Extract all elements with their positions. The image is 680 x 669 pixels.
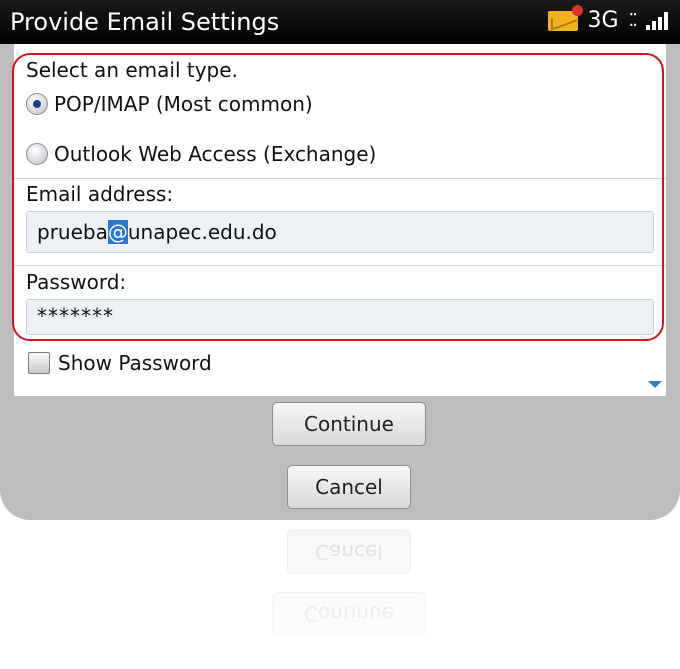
radio-outlook-label: Outlook Web Access (Exchange)	[54, 142, 377, 166]
divider	[14, 178, 666, 179]
radio-outlook-web-access[interactable]: Outlook Web Access (Exchange)	[26, 142, 376, 166]
password-value: *******	[37, 304, 114, 328]
password-label: Password:	[26, 270, 127, 294]
text-cursor: @	[107, 220, 128, 244]
network-type: 3G	[587, 8, 619, 33]
email-address-field[interactable]: prueba@unapec.edu.do	[26, 211, 654, 253]
radio-pop-imap[interactable]: POP/IMAP (Most common)	[26, 92, 313, 116]
email-type-label: Select an email type.	[26, 58, 238, 82]
email-value-suffix: unapec.edu.do	[127, 220, 277, 244]
title-bar: Provide Email Settings 3G ⁚⁚	[0, 0, 680, 44]
screen-title: Provide Email Settings	[10, 8, 280, 36]
device-screen: Provide Email Settings 3G ⁚⁚ Select an e…	[0, 0, 680, 520]
reflection-fade	[0, 520, 680, 669]
bbm-icon: ⁚⁚	[628, 10, 639, 31]
mail-notification-icon[interactable]	[547, 4, 583, 31]
email-value-prefix: prueba	[37, 220, 108, 244]
scroll-down-icon[interactable]	[648, 381, 662, 388]
signal-icon	[646, 11, 668, 30]
show-password-label: Show Password	[58, 351, 212, 375]
checkbox-icon[interactable]	[28, 352, 50, 374]
radio-selected-icon[interactable]	[26, 93, 48, 115]
status-indicators: 3G ⁚⁚	[547, 4, 668, 33]
cancel-button[interactable]: Cancel	[287, 465, 411, 509]
radio-unselected-icon[interactable]	[26, 143, 48, 165]
email-address-label: Email address:	[26, 182, 174, 206]
continue-button[interactable]: Continue	[272, 402, 426, 446]
password-field[interactable]: *******	[26, 299, 654, 335]
show-password-toggle[interactable]: Show Password	[28, 351, 212, 375]
radio-pop-imap-label: POP/IMAP (Most common)	[54, 92, 313, 116]
settings-form: Select an email type. POP/IMAP (Most com…	[14, 44, 666, 396]
divider	[14, 265, 666, 266]
screen-reflection: Cancel Continue	[0, 520, 680, 669]
